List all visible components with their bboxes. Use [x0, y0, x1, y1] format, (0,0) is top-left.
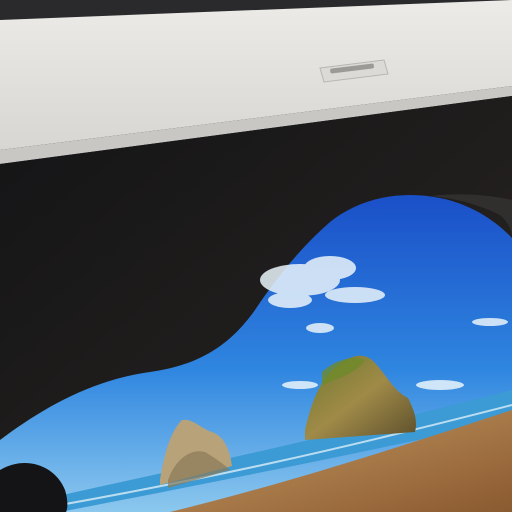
photo-scene [0, 0, 512, 512]
scene-svg [0, 0, 512, 512]
